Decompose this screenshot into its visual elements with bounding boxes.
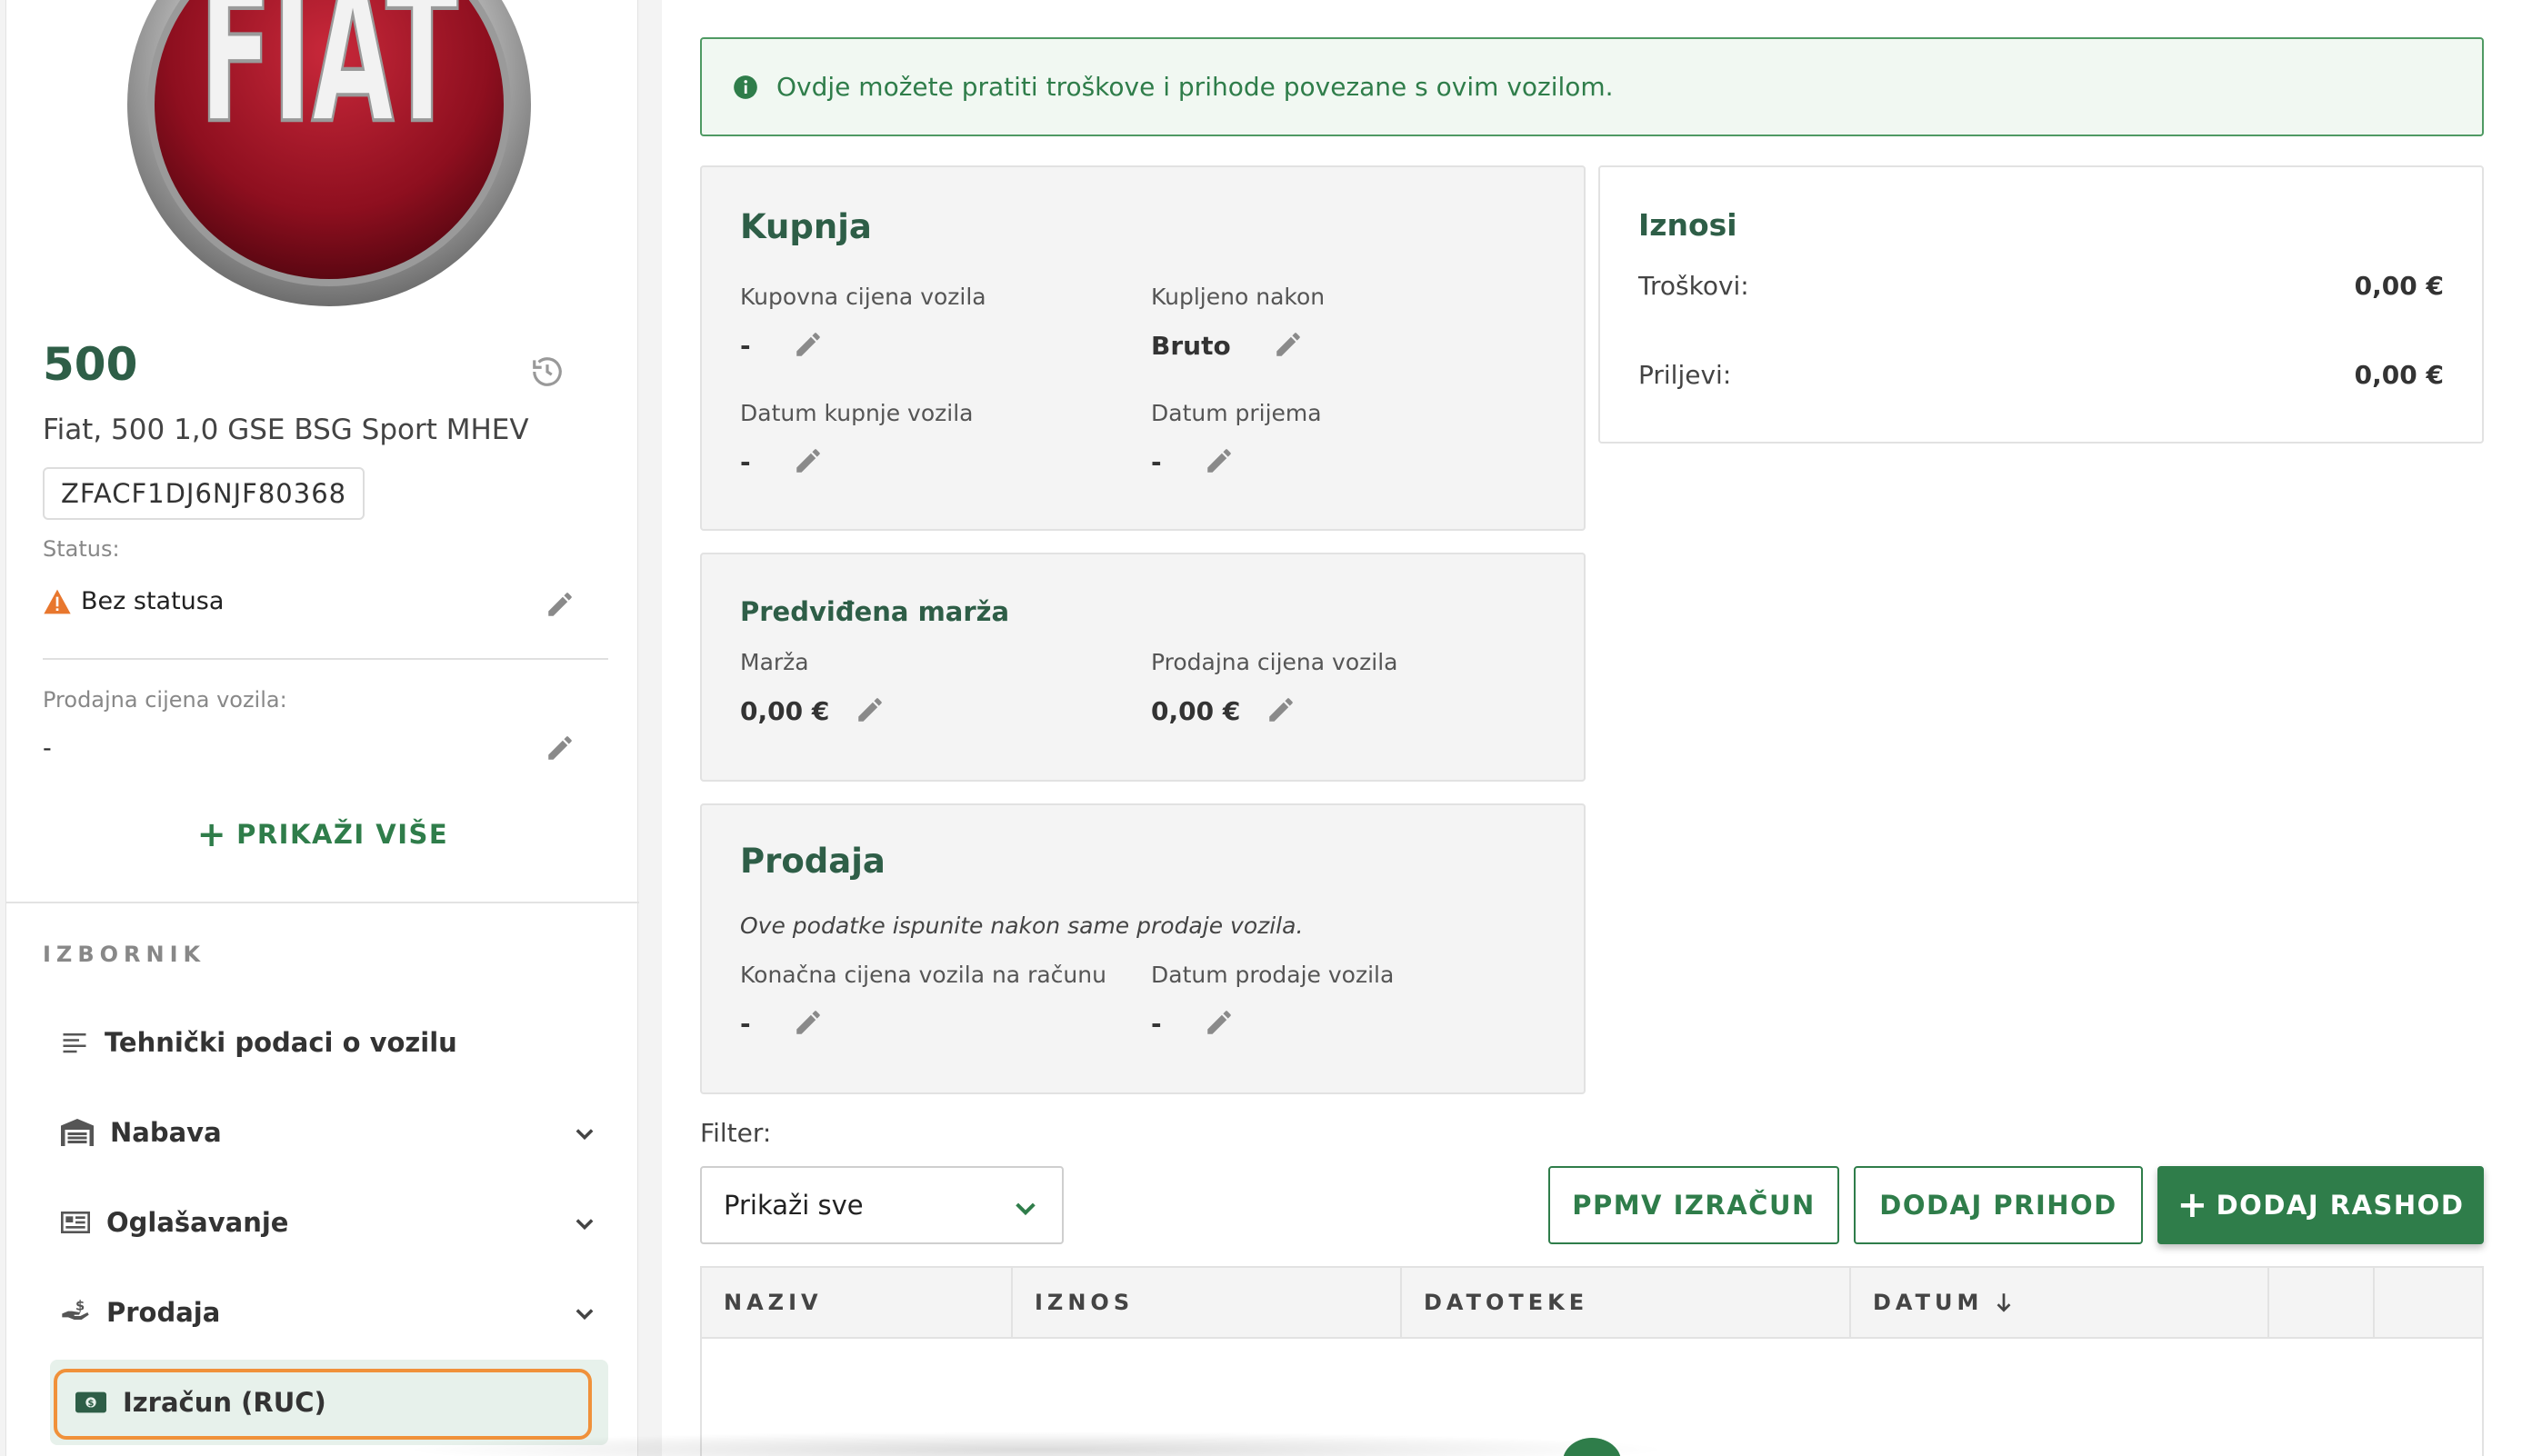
column-header-action-2 xyxy=(2375,1268,2482,1337)
show-more-label: PRIKAŽI VIŠE xyxy=(236,819,449,850)
column-header-amount[interactable]: IZNOS xyxy=(1013,1268,1402,1337)
sale-price-label: Prodajna cijena vozila: xyxy=(43,687,287,713)
garage-icon xyxy=(61,1119,94,1146)
chevron-down-icon xyxy=(575,1129,594,1141)
add-expense-label: DODAJ RASHOD xyxy=(2216,1190,2465,1221)
active-item-highlight xyxy=(54,1369,592,1440)
sale-title: Prodaja xyxy=(740,842,886,881)
info-banner: Ovdje možete pratiti troškove i prihode … xyxy=(700,37,2484,136)
edit-margin-icon[interactable] xyxy=(855,694,886,725)
loading-overlay-shadow xyxy=(400,1431,1673,1456)
bought-after-value: Bruto xyxy=(1151,331,1231,361)
newspaper-icon xyxy=(61,1212,90,1233)
vin-badge: ZFACF1DJ6NJF80368 xyxy=(43,467,365,520)
plus-icon: + xyxy=(2177,1184,2209,1226)
margin-sale-price-label: Prodajna cijena vozila xyxy=(1151,649,1398,675)
add-expense-button[interactable]: + DODAJ RASHOD xyxy=(2157,1166,2484,1244)
transactions-table-header: NAZIV IZNOS DATOTEKE DATUM xyxy=(700,1266,2484,1339)
edit-sale-price-icon[interactable] xyxy=(545,733,575,763)
income-value: 0,00 € xyxy=(2354,360,2444,390)
purchase-title: Kupnja xyxy=(740,207,872,246)
purchase-date-label: Datum kupnje vozila xyxy=(740,400,974,426)
income-label: Priljevi: xyxy=(1638,360,1732,390)
section-separator xyxy=(6,902,639,903)
status-value: Bez statusa xyxy=(81,587,225,615)
status-label: Status: xyxy=(43,536,120,562)
edit-purchase-price-icon[interactable] xyxy=(793,329,824,360)
menu-item-label: Tehnički podaci o vozilu xyxy=(105,1027,457,1058)
ppmv-button-label: PPMV IZRAČUN xyxy=(1572,1190,1816,1221)
chevron-down-icon xyxy=(575,1309,594,1321)
hand-money-icon: $ xyxy=(62,1298,89,1320)
menu-item-technical-data[interactable]: Tehnički podaci o vozilu xyxy=(61,1011,597,1074)
show-more-button[interactable]: + PRIKAŽI VIŠE xyxy=(6,814,639,854)
edit-purchase-date-icon[interactable] xyxy=(793,445,824,476)
margin-value: 0,00 € xyxy=(740,696,830,726)
sale-date-value: - xyxy=(1151,1009,1162,1039)
status-row: Bez statusa xyxy=(43,587,224,615)
add-income-label: DODAJ PRIHOD xyxy=(1879,1190,2117,1221)
menu-item-oglasavanje[interactable]: Oglašavanje xyxy=(61,1191,597,1254)
purchase-date-value: - xyxy=(740,447,751,477)
menu-item-label: Prodaja xyxy=(106,1297,221,1328)
costs-value: 0,00 € xyxy=(2354,271,2444,301)
column-header-action-1 xyxy=(2269,1268,2375,1337)
margin-title: Predviđena marža xyxy=(740,596,1010,627)
sale-note: Ove podatke ispunite nakon same prodaje … xyxy=(740,912,1304,939)
info-banner-text: Ovdje možete pratiti troškove i prihode … xyxy=(776,72,1614,102)
edit-sale-date-icon[interactable] xyxy=(1204,1007,1235,1038)
svg-text:$: $ xyxy=(75,1298,85,1313)
receipt-date-value: - xyxy=(1151,447,1162,477)
final-price-label: Konačna cijena vozila na računu xyxy=(740,962,1106,988)
warning-icon xyxy=(44,589,71,613)
list-icon xyxy=(63,1033,86,1053)
plus-icon: + xyxy=(196,814,228,854)
margin-label: Marža xyxy=(740,649,809,675)
logo-lettering: FIAT xyxy=(199,0,458,166)
divider xyxy=(43,658,608,660)
purchase-price-value: - xyxy=(740,331,751,361)
bought-after-label: Kupljeno nakon xyxy=(1151,284,1326,310)
final-price-value: - xyxy=(740,1009,751,1039)
edit-margin-sale-price-icon[interactable] xyxy=(1266,694,1296,725)
sale-date-label: Datum prodaje vozila xyxy=(1151,962,1395,988)
amounts-title: Iznosi xyxy=(1638,207,1737,243)
margin-sale-price-value: 0,00 € xyxy=(1151,696,1241,726)
vehicle-sidebar: FIAT 500 Fiat, 500 1,0 GSE BSG Sport MHE… xyxy=(5,0,639,1456)
purchase-card: Kupnja Kupovna cijena vozila - Kupljeno … xyxy=(700,165,1586,531)
sort-arrow-down-icon xyxy=(1997,1293,2011,1312)
info-icon xyxy=(734,75,757,99)
edit-final-price-icon[interactable] xyxy=(793,1007,824,1038)
sale-card: Prodaja Ove podatke ispunite nakon same … xyxy=(700,803,1586,1094)
edit-receipt-date-icon[interactable] xyxy=(1204,445,1235,476)
sale-price-value: - xyxy=(43,734,52,763)
menu-title: IZBORNIK xyxy=(43,942,206,967)
menu-item-label: Oglašavanje xyxy=(106,1207,289,1238)
purchase-price-label: Kupovna cijena vozila xyxy=(740,284,986,310)
add-income-button[interactable]: DODAJ PRIHOD xyxy=(1854,1166,2143,1244)
loading-spinner-icon xyxy=(1560,1434,1624,1456)
menu-item-label: Nabava xyxy=(110,1117,222,1148)
vehicle-full-name: Fiat, 500 1,0 GSE BSG Sport MHEV xyxy=(43,414,529,446)
filter-label: Filter: xyxy=(700,1118,772,1148)
fiat-logo: FIAT xyxy=(125,0,534,309)
menu-item-nabava[interactable]: Nabava xyxy=(61,1101,597,1164)
column-header-name[interactable]: NAZIV xyxy=(702,1268,1013,1337)
filter-selected-value: Prikaži sve xyxy=(724,1190,864,1221)
receipt-date-label: Datum prijema xyxy=(1151,400,1322,426)
amounts-card: Iznosi Troškovi: 0,00 € Priljevi: 0,00 € xyxy=(1598,165,2484,444)
column-header-files[interactable]: DATOTEKE xyxy=(1402,1268,1851,1337)
vehicle-model: 500 xyxy=(43,338,138,391)
ppmv-calculation-button[interactable]: PPMV IZRAČUN xyxy=(1548,1166,1839,1244)
column-header-date[interactable]: DATUM xyxy=(1851,1268,2269,1337)
edit-bought-after-icon[interactable] xyxy=(1273,329,1304,360)
filter-select[interactable]: Prikaži sve xyxy=(700,1166,1064,1244)
costs-label: Troškovi: xyxy=(1638,271,1749,301)
chevron-down-icon xyxy=(1016,1202,1036,1216)
edit-status-icon[interactable] xyxy=(545,589,575,620)
history-icon[interactable] xyxy=(530,354,565,389)
chevron-down-icon xyxy=(575,1219,594,1231)
menu-item-prodaja[interactable]: $ Prodaja xyxy=(61,1281,597,1344)
margin-card: Predviđena marža Marža 0,00 € Prodajna c… xyxy=(700,553,1586,782)
